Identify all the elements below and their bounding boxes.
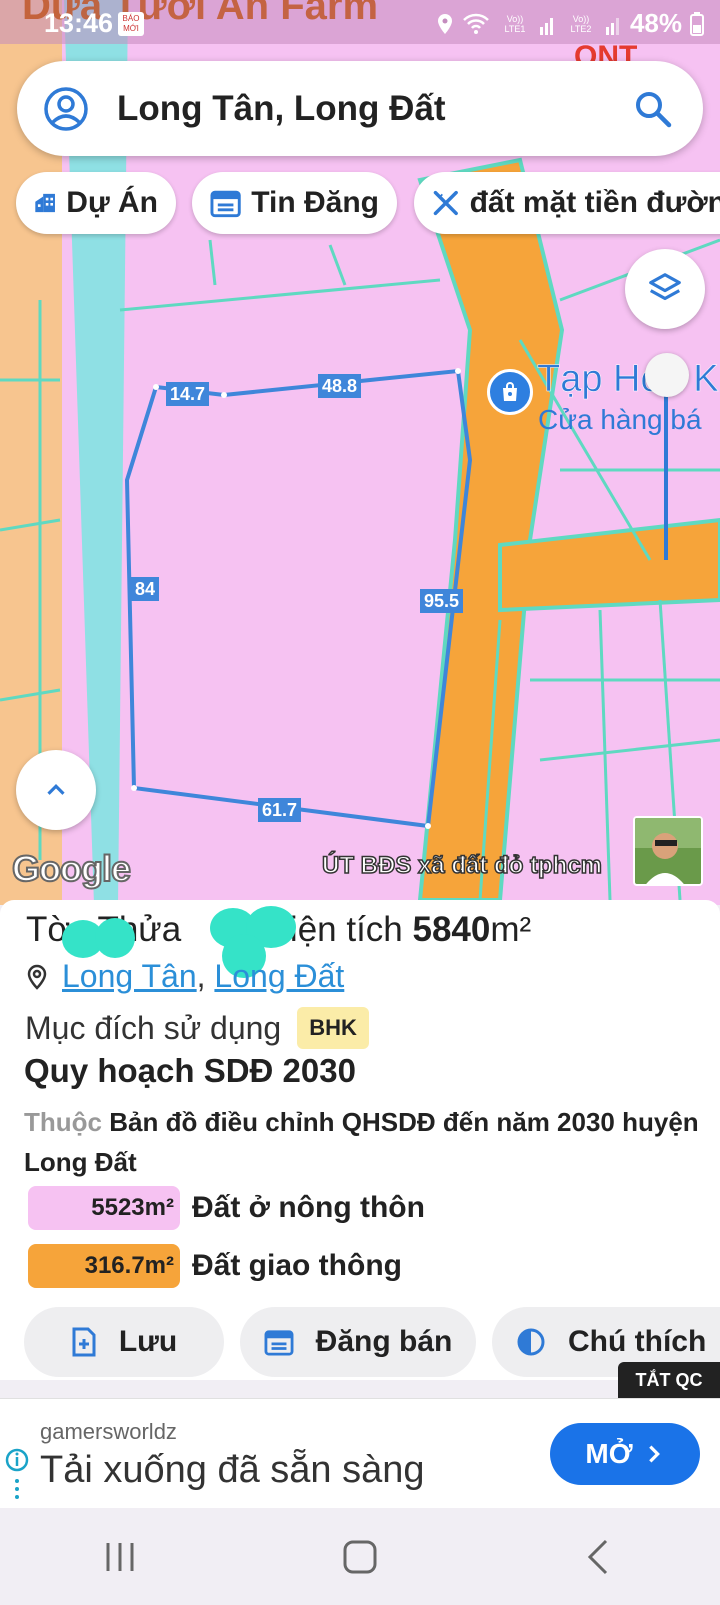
edge-length-label: 95.5	[420, 589, 464, 613]
land-use-area: 316.7m²	[28, 1244, 180, 1288]
battery-icon	[690, 11, 704, 36]
signal-icon	[539, 17, 553, 35]
location-icon	[437, 13, 452, 34]
zoom-slider-knob[interactable]	[645, 353, 689, 397]
recent-apps-icon[interactable]	[100, 1537, 140, 1577]
post-sale-button-label: Đăng bán	[315, 1325, 453, 1358]
status-bar: Dừa Tươi An Farm 13:46 BÁO MỚI Vo)) LTE1…	[0, 0, 720, 44]
legend-button-label: Chú thích	[568, 1325, 707, 1358]
land-use-area: 5523m²	[28, 1186, 180, 1230]
plan-title: Quy hoạch SDĐ 2030	[24, 1052, 356, 1089]
edge-length-label: 48.8	[318, 374, 362, 398]
google-logo: Google	[11, 847, 132, 890]
home-icon[interactable]	[340, 1537, 380, 1577]
expand-panel-button[interactable]	[16, 750, 96, 830]
ad-banner[interactable]: gamersworldz Tải xuống đã sẵn sàng MỞ	[0, 1398, 720, 1508]
land-purpose-row: Mục đích sử dụng BHK	[25, 1007, 369, 1049]
ad-source: gamersworldz	[40, 1419, 177, 1444]
save-button[interactable]: Lưu	[24, 1307, 224, 1377]
chevron-right-icon	[648, 1445, 660, 1463]
commune-link[interactable]: Long Tân	[62, 958, 197, 995]
signal-icon	[605, 17, 619, 35]
area-unit: m²	[490, 910, 532, 949]
battery-level: 48%	[629, 8, 682, 38]
back-icon[interactable]	[580, 1537, 620, 1577]
redaction-blob	[95, 918, 135, 958]
land-use-label: Đất giao thông	[192, 1249, 402, 1282]
parcel-info-panel: Tờ Thửa, Diện tích 5840m² Long Tân, Long…	[0, 900, 720, 1380]
layers-button[interactable]	[625, 249, 705, 329]
search-input[interactable]: Long Tân, Long Đất	[117, 89, 633, 129]
land-use-row: 5523m² Đất ở nông thôn	[28, 1186, 425, 1230]
bookmark-add-icon	[72, 1327, 96, 1357]
calendar-icon	[264, 1330, 294, 1356]
land-use-label: Đất ở nông thôn	[192, 1191, 425, 1224]
plan-description-text: Bản đồ điều chỉnh QHSDĐ đến năm 2030 huy…	[24, 1107, 699, 1177]
poi-name[interactable]: Tạp Hóa K	[537, 358, 719, 401]
ruler-pencil-icon	[433, 190, 458, 216]
chip-label: đất mặt tiền đườn	[469, 186, 720, 219]
chip-label: Dự Án	[66, 186, 158, 219]
wifi-icon	[463, 13, 489, 34]
contrast-icon	[517, 1328, 545, 1356]
user-account-icon[interactable]	[43, 86, 89, 132]
chip-dat-mat-tien[interactable]: đất mặt tiền đườn	[414, 172, 720, 234]
chip-tin-dang[interactable]: Tin Đăng	[192, 172, 397, 234]
ad-open-label: MỞ	[585, 1438, 633, 1469]
edge-length-label: 14.7	[166, 382, 210, 406]
clock: 13:46	[44, 8, 114, 38]
layers-icon	[649, 273, 681, 301]
avatar[interactable]	[633, 816, 703, 886]
news-app-badge: BÁO MỚI	[118, 12, 144, 36]
district-link[interactable]: Long Đất	[214, 958, 344, 995]
map-pin-icon	[27, 964, 47, 990]
calendar-icon	[210, 190, 241, 218]
chip-du-an[interactable]: Dự Án	[16, 172, 176, 234]
close-ads-button[interactable]: TẮT QC	[618, 1362, 720, 1398]
save-button-label: Lưu	[118, 1325, 178, 1358]
building-icon	[35, 193, 55, 213]
sim2-signal: Vo)) LTE2	[570, 13, 592, 34]
chevron-up-icon	[47, 784, 65, 795]
search-bar[interactable]: Long Tân, Long Đất	[17, 61, 703, 156]
plan-description: Thuộc Bản đồ điều chỉnh QHSDĐ đến năm 20…	[24, 1102, 704, 1182]
search-icon[interactable]	[633, 89, 673, 129]
land-use-row: 316.7m² Đất giao thông	[28, 1244, 402, 1288]
sim1-signal: Vo)) LTE1	[504, 13, 526, 34]
area-value: 5840	[412, 910, 491, 949]
edge-length-label: 61.7	[258, 798, 302, 822]
location-row: Long Tân, Long Đất	[26, 958, 344, 995]
purpose-label: Mục đích sử dụng	[25, 1009, 282, 1046]
shopping-bag-icon[interactable]	[487, 369, 533, 415]
map-watermark: ÚT BĐS xã đất đỏ tphcm	[321, 851, 603, 880]
chip-label: Tin Đăng	[251, 186, 379, 219]
edge-length-label: 84	[131, 577, 160, 601]
zoom-slider-track[interactable]	[664, 380, 668, 560]
purpose-code-badge: BHK	[297, 1007, 369, 1049]
info-icon[interactable]	[4, 1447, 30, 1507]
plan-belongs-label: Thuộc	[24, 1107, 102, 1137]
ad-message: Tải xuống đã sẵn sàng	[40, 1449, 425, 1491]
system-nav-bar	[0, 1508, 720, 1605]
post-sale-button[interactable]: Đăng bán	[240, 1307, 476, 1377]
ad-open-button[interactable]: MỞ	[550, 1423, 700, 1485]
poi-subtitle: Cửa hàng bá	[538, 404, 702, 435]
